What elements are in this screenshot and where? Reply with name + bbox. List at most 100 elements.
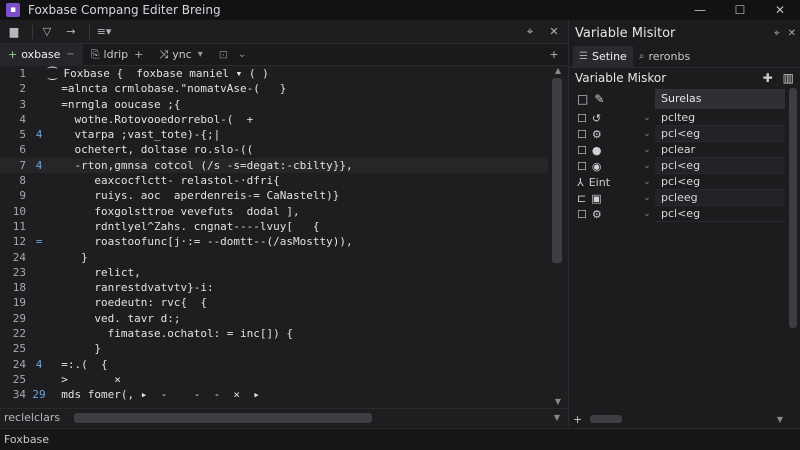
code-line[interactable]: 74 -rton,gmnsa cotcol (/s -s=degat:-cbil… <box>0 157 548 174</box>
arrow-icon[interactable]: → <box>61 23 81 41</box>
expand-icon[interactable]: ⌄ <box>639 113 655 123</box>
add-tab-icon[interactable]: + <box>134 48 143 61</box>
variable-type-icon[interactable]: ☐ <box>577 128 587 141</box>
code-line[interactable]: 9 ruiys. aoc aperdenreis-= CaNastelt)} <box>0 188 548 203</box>
expand-icon[interactable]: ⌄ <box>639 177 655 187</box>
expand-icon[interactable]: ⌄ <box>639 193 655 203</box>
variable-type-icon[interactable]: Eint <box>589 176 610 189</box>
code-line[interactable]: 22 fimatase.ochatol: = inc[]) { <box>0 326 548 341</box>
chevron-down-icon[interactable]: − <box>66 49 74 60</box>
code-line[interactable]: 10 foxgolsttroe vevefuts dodal ], <box>0 204 548 219</box>
code-line[interactable]: 54 vtarpa ;vast_tote)-{;| <box>0 127 548 142</box>
add-variable-icon[interactable]: ✚ <box>763 71 773 85</box>
code-line[interactable]: 12 = roastoofunc[j·:= --domtt--(/asMostty… <box>0 234 548 249</box>
code-line[interactable]: 24 4 =:.( { <box>0 357 548 372</box>
chevron-down-icon[interactable]: ⌄ <box>238 49 246 60</box>
gutter-marker <box>30 295 48 310</box>
variable-type-icon[interactable]: ⚙ <box>592 128 602 141</box>
add-icon[interactable]: + <box>544 46 564 64</box>
code-line[interactable]: 24 } <box>0 250 548 265</box>
close-button[interactable]: ✕ <box>760 0 800 20</box>
code-line[interactable]: 25 > × <box>0 372 548 387</box>
code-line[interactable]: 29 ved. tavr d:; <box>0 311 548 326</box>
editor-vertical-scrollbar[interactable]: ▲ ▼ <box>548 66 568 406</box>
scroll-up-icon[interactable]: ▲ <box>548 66 568 75</box>
save-icon[interactable]: ▆ <box>4 23 24 41</box>
variable-row[interactable]: ☐ ● ⌄ pclear <box>569 142 800 158</box>
scroll-thumb[interactable] <box>590 415 623 423</box>
variable-value[interactable]: pclear <box>655 142 785 158</box>
pin-icon[interactable]: ⌖ <box>520 23 540 41</box>
variable-type-icon[interactable]: ☐ <box>577 144 587 157</box>
variable-value[interactable]: pcl<eg <box>655 126 785 142</box>
variable-type-icon[interactable]: ⊏ <box>577 192 586 205</box>
variable-value[interactable]: pclteg <box>655 110 785 126</box>
variable-type-icon[interactable]: ◉ <box>592 160 602 173</box>
tab-setine[interactable]: ☰ Setine <box>573 45 633 68</box>
scroll-thumb[interactable] <box>552 78 562 263</box>
code-line[interactable]: 1 ⁐ Foxbase { foxbase maniel ▾ ( ) <box>0 66 548 81</box>
code-line[interactable]: 2 =alncta crmlobase."nomatvAse-( } <box>0 81 548 96</box>
code-editor[interactable]: 1 ⁐ Foxbase { foxbase maniel ▾ ( ) 2 =alnc… <box>0 66 548 406</box>
variable-row[interactable]: ☐ ⚙ ⌄ pcl<eg <box>569 206 800 222</box>
expand-icon[interactable]: ⌄ <box>639 209 655 219</box>
editor-horizontal-scrollbar[interactable]: reclelclars ▼ <box>0 408 568 426</box>
code-line[interactable]: 23 relict, <box>0 265 548 280</box>
code-line[interactable]: 35 } <box>0 403 548 406</box>
tab-reronbs[interactable]: ⌕ reronbs <box>633 46 696 68</box>
code-line[interactable]: 8 eaxcocflctt- relastol-·dfri{ <box>0 173 548 188</box>
expand-icon[interactable]: ⌄ <box>639 161 655 171</box>
filter-icon[interactable]: ▽ <box>37 23 57 41</box>
scroll-thumb[interactable] <box>74 412 372 423</box>
code-line[interactable]: 25 } <box>0 341 548 356</box>
code-line[interactable]: 3 =nrngla ooucase ;{ <box>0 97 548 112</box>
variable-type-icon[interactable]: ☐ <box>577 160 587 173</box>
chevron-down-icon[interactable]: ▾ <box>198 49 203 60</box>
variable-type-icon[interactable]: ↺ <box>592 112 601 125</box>
scroll-thumb[interactable] <box>789 88 797 328</box>
tab-ync[interactable]: ⤨ ync ▾ <box>151 44 210 66</box>
variable-row[interactable]: ☐ ↺ ⌄ pclteg <box>569 110 800 126</box>
code-line[interactable]: 18 ranrestdvatvtv}-i: <box>0 280 548 295</box>
variable-type-icon[interactable]: ☐ <box>577 208 587 221</box>
code-line[interactable]: 19 roedeutn: rvc{ { <box>0 295 548 310</box>
tab-extra[interactable]: ⊡ ⌄ <box>211 44 255 66</box>
variable-value[interactable]: pcl<eg <box>655 206 785 222</box>
pane-close-icon[interactable]: ✕ <box>544 23 564 41</box>
code-line[interactable]: 6 ochetert, doltase ro.slo-(( <box>0 142 548 157</box>
new-icon[interactable]: □ <box>577 92 588 106</box>
variable-row[interactable]: ☐ ⚙ ⌄ pcl<eg <box>569 126 800 142</box>
expand-icon[interactable]: ⌄ <box>639 145 655 155</box>
code-line[interactable]: 11 rdntlyel^Zahs. cngnat----lvuy[ { <box>0 219 548 234</box>
pin-icon[interactable]: ⌖ <box>774 28 780 39</box>
tab-label: Setine <box>591 50 627 63</box>
variable-type-icon[interactable]: ⚙ <box>592 208 602 221</box>
variable-type-icon[interactable]: ▣ <box>591 192 601 205</box>
format-icon[interactable]: ≡▾ <box>94 23 114 41</box>
maximize-button[interactable]: ☐ <box>720 0 760 20</box>
add-icon[interactable]: + <box>573 413 582 426</box>
variable-type-icon[interactable]: ● <box>592 144 602 157</box>
column-header[interactable]: Surelas <box>655 89 785 109</box>
tab-oxbase[interactable]: + oxbase − <box>0 43 83 66</box>
expand-icon[interactable]: ⌄ <box>639 129 655 139</box>
variable-row[interactable]: ☐ ◉ ⌄ pcl<eg <box>569 158 800 174</box>
variable-value[interactable]: pcl<eg <box>655 174 785 190</box>
variable-vertical-scrollbar[interactable] <box>786 68 800 438</box>
scroll-right-icon[interactable]: ▼ <box>777 415 783 424</box>
scroll-right-icon[interactable]: ▼ <box>554 413 560 422</box>
variable-value[interactable]: pcleeg <box>655 190 785 206</box>
scroll-down-icon[interactable]: ▼ <box>548 397 568 406</box>
code-text: rdntlyel^Zahs. cngnat----lvuy[ { <box>48 219 320 233</box>
tab-ldrip[interactable]: ⎘ ldrip + <box>83 44 152 66</box>
variable-value[interactable]: pcl<eg <box>655 158 785 174</box>
variable-row[interactable]: ⅄ Eint ⌄ pcl<eg <box>569 174 800 190</box>
edit-icon[interactable]: ✎ <box>594 92 604 106</box>
variable-row[interactable]: ⊏ ▣ ⌄ pcleeg <box>569 190 800 206</box>
code-line[interactable]: 34 29 mds fomer(, ▸ - - - × ▸ <box>0 387 548 402</box>
variable-type-icon[interactable]: ☐ <box>577 112 587 125</box>
code-line[interactable]: 4 wothe.Rotovooedorrebol-( + <box>0 112 548 127</box>
close-icon[interactable]: ✕ <box>788 28 796 39</box>
minimize-button[interactable]: — <box>680 0 720 20</box>
variable-type-icon[interactable]: ⅄ <box>577 176 584 189</box>
